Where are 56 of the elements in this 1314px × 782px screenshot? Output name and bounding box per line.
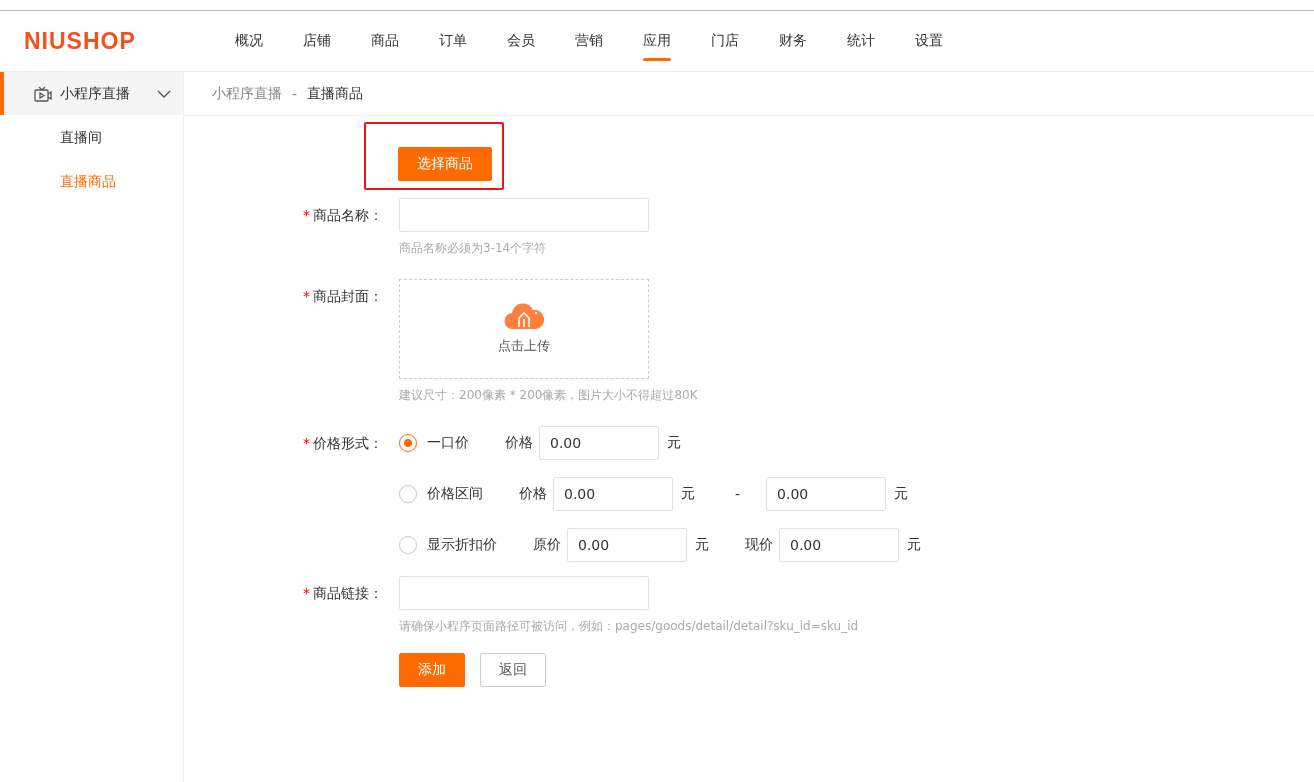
upload-area[interactable]: 点击上传 bbox=[399, 279, 649, 379]
nav-tab[interactable]: 应用 bbox=[623, 11, 691, 71]
form-label: 商品封面： bbox=[313, 288, 383, 304]
radio-label: 价格区间 bbox=[427, 485, 483, 503]
name-input[interactable] bbox=[399, 198, 649, 232]
form-label: 价格形式： bbox=[313, 435, 383, 451]
price-label: 价格 bbox=[519, 485, 547, 503]
nav-tab[interactable]: 财务 bbox=[759, 11, 827, 71]
nav-tab[interactable]: 商品 bbox=[351, 11, 419, 71]
link-input[interactable] bbox=[399, 576, 649, 610]
nav-tab[interactable]: 会员 bbox=[487, 11, 555, 71]
nav-tab[interactable]: 门店 bbox=[691, 11, 759, 71]
nav-tab[interactable]: 营销 bbox=[555, 11, 623, 71]
sidebar-group[interactable]: 小程序直播 bbox=[0, 72, 183, 115]
price-label: 价格 bbox=[505, 434, 533, 452]
video-icon bbox=[34, 85, 52, 102]
nav-tab[interactable]: 统计 bbox=[827, 11, 895, 71]
required-mark: * bbox=[303, 288, 310, 304]
breadcrumb-item: 直播商品 bbox=[307, 84, 364, 103]
chevron-icon bbox=[157, 89, 171, 98]
nav-tab[interactable]: 设置 bbox=[895, 11, 963, 71]
hint-text: 建议尺寸：200像素 * 200像素，图片大小不得超过80K bbox=[399, 387, 698, 404]
back-button[interactable]: 返回 bbox=[480, 653, 546, 687]
price-input[interactable]: 0.00 bbox=[567, 528, 687, 562]
cloud-upload-icon bbox=[504, 303, 544, 329]
unit-label: 元 bbox=[894, 485, 909, 503]
price-input[interactable]: 0.00 bbox=[779, 528, 899, 562]
unit-label: 元 bbox=[681, 485, 695, 503]
required-mark: * bbox=[303, 435, 310, 451]
radio-button[interactable] bbox=[399, 485, 417, 503]
required-mark: * bbox=[303, 585, 310, 601]
price-input[interactable]: 0.00 bbox=[539, 426, 659, 460]
nav-tab[interactable]: 店铺 bbox=[283, 11, 351, 71]
breadcrumb-separator: - bbox=[292, 85, 298, 102]
nav-tab[interactable]: 概况 bbox=[215, 11, 283, 71]
price-label: 原价 bbox=[533, 536, 561, 554]
breadcrumb-item[interactable]: 小程序直播 bbox=[212, 84, 282, 103]
radio-label: 一口价 bbox=[427, 434, 469, 452]
nav-tab[interactable]: 订单 bbox=[419, 11, 487, 71]
range-separator: - bbox=[735, 486, 741, 502]
price-input[interactable]: 0.00 bbox=[553, 477, 673, 511]
sidebar-item[interactable]: 直播间 bbox=[0, 115, 183, 159]
radio-label: 显示折扣价 bbox=[427, 536, 497, 554]
price-input[interactable]: 0.00 bbox=[766, 477, 887, 511]
upload-label: 点击上传 bbox=[498, 337, 550, 355]
unit-label: 元 bbox=[667, 434, 681, 452]
radio-button[interactable] bbox=[399, 536, 417, 554]
price-label: 现价 bbox=[745, 536, 773, 554]
unit-label: 元 bbox=[695, 536, 709, 554]
radio-button[interactable] bbox=[399, 434, 417, 452]
form-label: 商品名称： bbox=[313, 207, 383, 223]
required-mark: * bbox=[303, 207, 310, 223]
unit-label: 元 bbox=[907, 536, 921, 554]
hint-text: 商品名称必须为3-14个字符 bbox=[399, 240, 548, 257]
form-label: 商品链接： bbox=[313, 585, 383, 601]
hint-text: 请确保小程序页面路径可被访问，例如：pages/goods/detail/detail?sku_id=sku_id bbox=[399, 618, 859, 635]
